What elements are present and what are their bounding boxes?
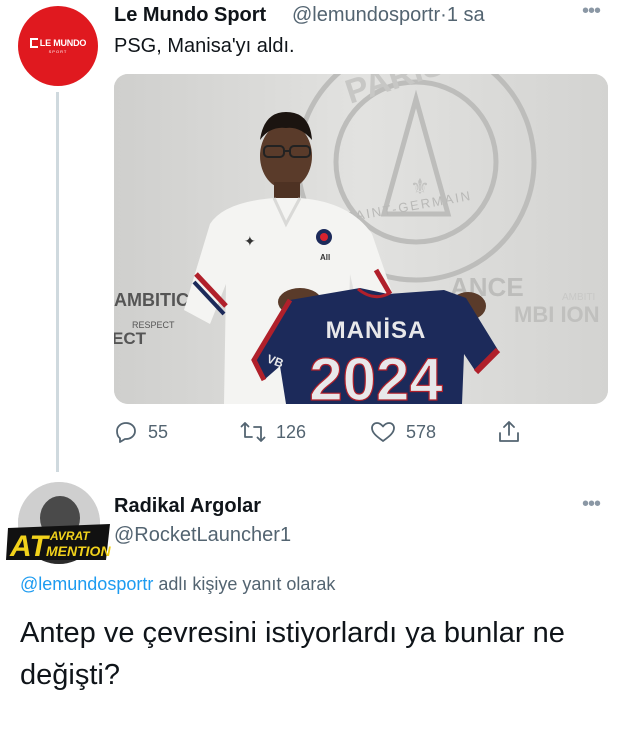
author-avatar[interactable]: LE MUNDO SPORT [18, 6, 98, 86]
author-handle-and-time[interactable]: @lemundosportr·1 sa [292, 4, 485, 27]
svg-text:✦: ✦ [244, 233, 256, 249]
tweet-photo[interactable]: ⚜ PARIS SAINT-GERMAIN ANCE AMBITIC RESPE… [114, 74, 608, 404]
more-icon[interactable]: ••• [582, 493, 601, 516]
thread-line [56, 92, 59, 472]
retweet-button[interactable]: 126 [240, 418, 306, 446]
badge-line2: MENTION [46, 543, 111, 559]
tweet-text: PSG, Manisa'yı aldı. [114, 35, 295, 57]
logo-subtext: SPORT [48, 49, 68, 54]
wall-word-left: AMBITIC [114, 290, 189, 310]
dot-separator: · [440, 4, 447, 26]
author-handle[interactable]: @lemundosportr [292, 4, 440, 26]
more-icon[interactable]: ••• [582, 0, 601, 23]
reply-to-mention[interactable]: @lemundosportr [20, 574, 153, 594]
reply-count: 55 [148, 421, 169, 442]
badge-line1: AVRAT [49, 529, 91, 543]
jersey-number: 2024 [309, 346, 443, 404]
photo-illustration: ⚜ PARIS SAINT-GERMAIN ANCE AMBITIC RESPE… [114, 74, 608, 404]
reply-to-suffix: adlı kişiye yanıt olarak [153, 574, 336, 594]
badge-at: AT [9, 530, 50, 562]
svg-text:All: All [320, 253, 330, 262]
share-button[interactable] [496, 418, 522, 446]
retweet-icon [240, 422, 266, 442]
reply-button[interactable]: 55 [114, 418, 168, 446]
wall-word-left-2: ECT [114, 329, 147, 348]
replying-to: @lemundosportr adlı kişiye yanıt olarak [20, 574, 335, 595]
reply-icon [116, 422, 136, 443]
avrat-mention-badge: AT AVRAT MENTION [6, 520, 112, 563]
like-count: 578 [406, 421, 437, 442]
reply-author-handle[interactable]: @RocketLauncher1 [114, 524, 291, 547]
le-mundo-logo: LE MUNDO [29, 38, 86, 48]
share-icon [499, 421, 519, 442]
reply-text: Antep ve çevresini istiyorlardı ya bunla… [20, 617, 565, 691]
like-button[interactable]: 578 [370, 418, 436, 446]
like-icon [371, 422, 395, 442]
retweet-count: 126 [276, 421, 307, 442]
jersey-name: MANİSA [326, 317, 427, 344]
reply-author-name[interactable]: Radikal Argolar [114, 495, 261, 518]
author-name[interactable]: Le Mundo Sport [114, 4, 266, 27]
tweet-time[interactable]: 1 sa [447, 4, 485, 26]
wall-word-right: MBI ION [514, 302, 600, 327]
